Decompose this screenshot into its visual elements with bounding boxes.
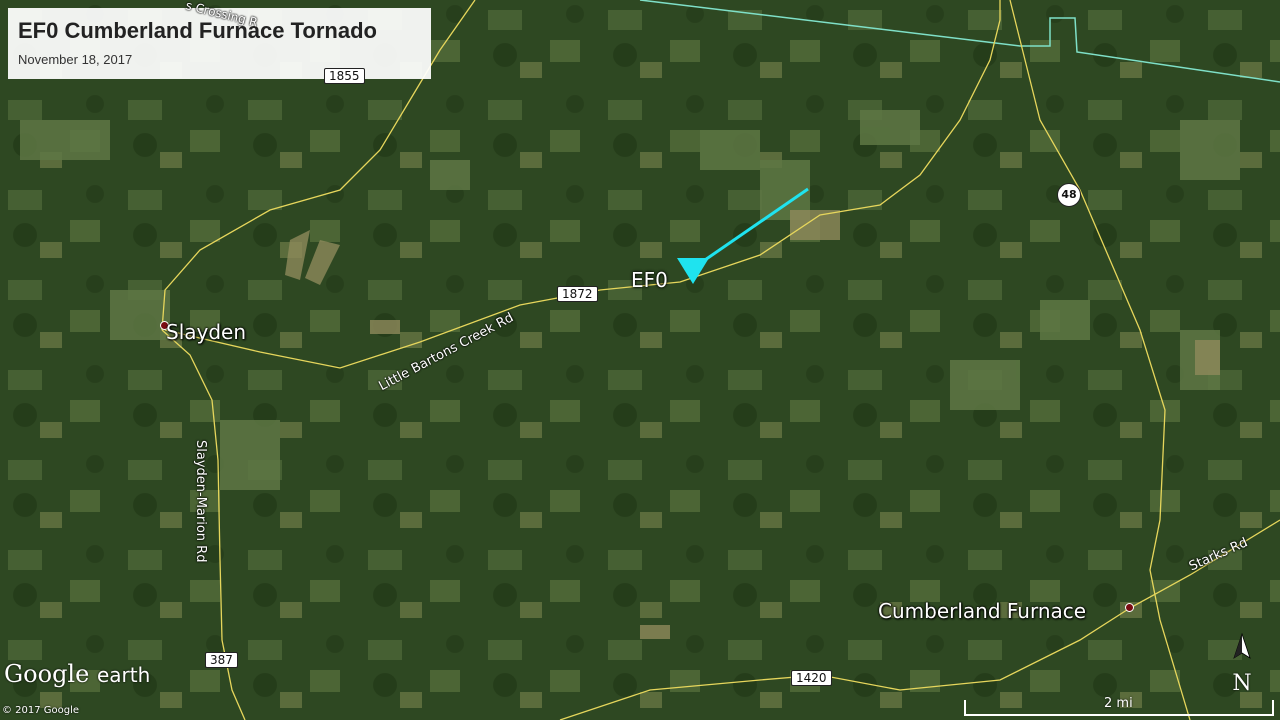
route-shield-1420: 1420: [791, 670, 832, 686]
cumberland-furnace-marker[interactable]: [1125, 603, 1134, 612]
google-earth-logo: Google earth: [4, 660, 150, 688]
place-label-slayden: Slayden: [166, 320, 247, 344]
north-compass[interactable]: N: [1226, 632, 1258, 696]
route-shield-48: 48: [1057, 183, 1081, 207]
tornado-rating-label: EF0: [631, 268, 668, 292]
north-letter: N: [1232, 671, 1252, 696]
scale-bar: 2 mi: [964, 696, 1280, 718]
place-label-cumberland-furnace: Cumberland Furnace: [878, 599, 1087, 623]
route-shield-1855: 1855: [324, 68, 365, 84]
earth-wordmark: earth: [96, 663, 151, 687]
google-wordmark: Google: [4, 660, 90, 688]
north-arrow-icon: [1233, 632, 1251, 659]
map-date: November 18, 2017: [18, 52, 133, 67]
scale-label: 2 mi: [1104, 696, 1133, 711]
road-label-slayden-marion: Slayden-Marion Rd: [193, 440, 208, 563]
map-viewport[interactable]: EF0 Cumberland Furnace Tornado November …: [0, 0, 1280, 720]
satellite-map: [0, 0, 1280, 720]
map-title: EF0 Cumberland Furnace Tornado: [18, 18, 377, 43]
route-shield-387: 387: [205, 652, 238, 668]
copyright-notice: © 2017 Google: [2, 705, 80, 716]
route-shield-1872: 1872: [557, 286, 598, 302]
